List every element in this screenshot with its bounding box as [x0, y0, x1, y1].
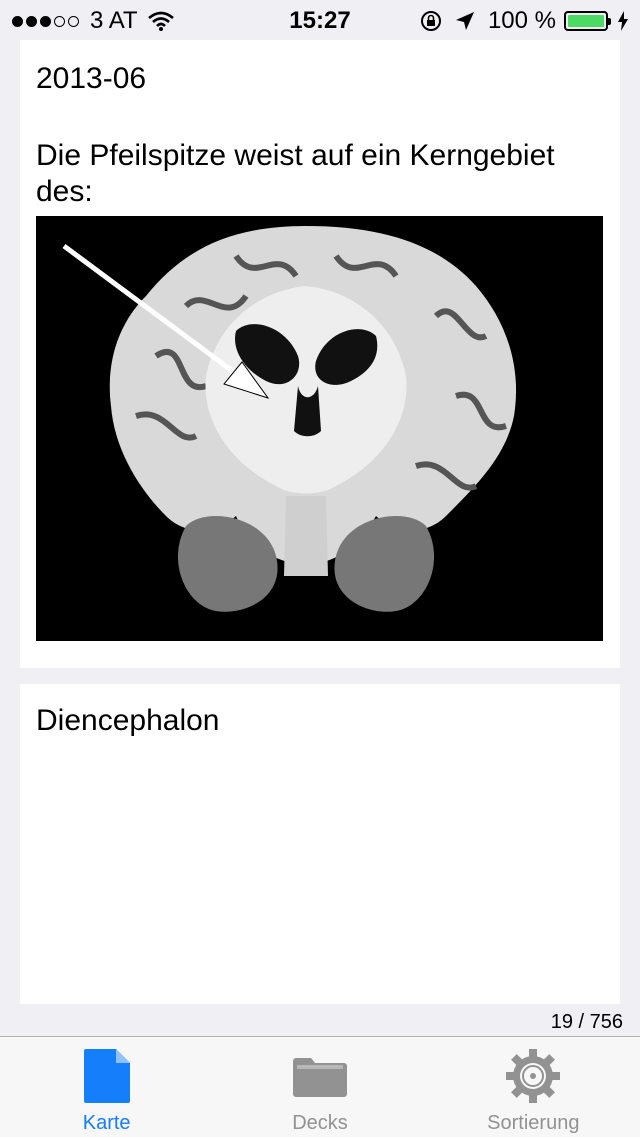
card-answer: Diencephalon [36, 704, 220, 737]
tab-decks[interactable]: Decks [213, 1037, 426, 1137]
rotation-lock-icon [420, 11, 441, 31]
tab-bar: Karte Decks Sortierung [0, 1036, 640, 1137]
charging-bolt-icon [618, 11, 628, 31]
brain-section-illustration [36, 216, 603, 641]
tab-label: Karte [82, 1112, 131, 1134]
battery-icon [564, 11, 611, 31]
tab-label: Sortierung [487, 1112, 580, 1134]
tab-label: Decks [292, 1112, 348, 1134]
brain-section-image [36, 216, 603, 641]
deck-name: 2013-06 [36, 62, 147, 95]
battery-percent: 100 % [487, 7, 556, 34]
tab-karte[interactable]: Karte [0, 1037, 213, 1137]
location-arrow-icon [455, 12, 474, 30]
status-bar: 3 AT 15:27 100 % [0, 0, 640, 40]
card-front[interactable]: 2013-06 Die Pfeilspitze weist auf ein Ke… [20, 40, 620, 668]
card-question: Die Pfeilspitze weist auf ein Kerngebiet… [36, 139, 555, 208]
status-right: 100 % [420, 7, 628, 35]
folder-icon [292, 1058, 347, 1097]
card-back[interactable]: Diencephalon [20, 684, 620, 1004]
gear-icon [506, 1049, 561, 1103]
card-counter: 19 / 756 [550, 1011, 623, 1033]
tab-sortierung[interactable]: Sortierung [427, 1037, 640, 1137]
document-icon [83, 1049, 130, 1103]
